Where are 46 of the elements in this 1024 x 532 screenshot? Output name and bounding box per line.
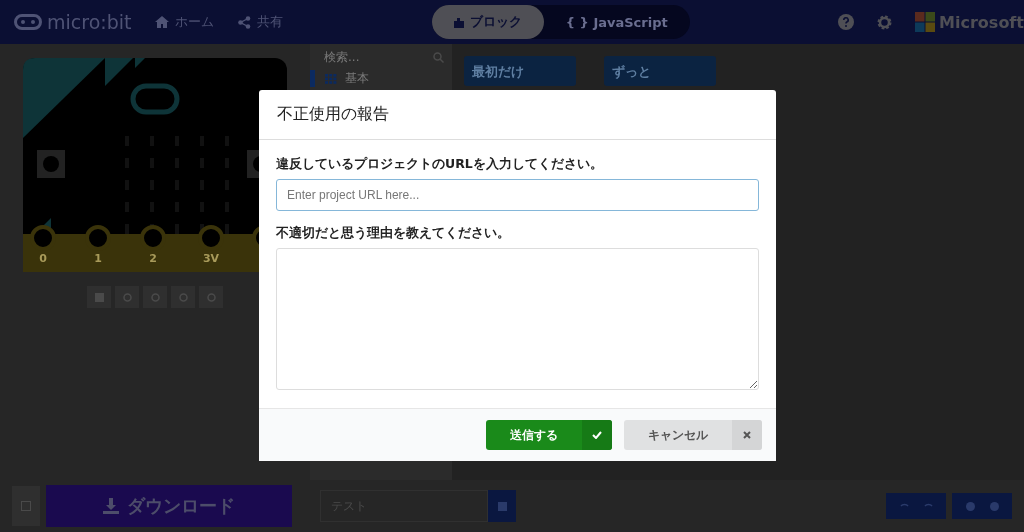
save-icon [497,501,507,511]
grid-icon [325,73,337,84]
nav-link[interactable]: 共有 [238,13,284,31]
pin-label: 1 [94,252,102,265]
slowmo-button[interactable] [143,286,167,308]
logo-icon [14,14,42,30]
zoom-out-icon [989,501,999,511]
dialog-title: 不正使用の報告 [259,90,776,140]
submit-button[interactable]: 送信する [486,420,612,450]
zoom-button[interactable] [952,493,1012,519]
stop-icon [94,292,104,302]
stop-button[interactable] [87,286,111,308]
windows-logo-icon [915,12,936,32]
brand-name: Microsoft [939,12,1024,32]
editor-tab[interactable]: { } JavaScript [543,5,690,39]
zoom-in-icon [965,501,975,511]
field-label: 違反しているプロジェクトのURLを入力してください。 [276,156,604,173]
download-button[interactable]: ダウンロード [46,485,292,527]
close-icon [743,431,751,439]
puzzle-icon [453,16,464,28]
url-input-field[interactable]: Enter project URL here... [276,179,759,211]
home-icon [155,16,170,28]
pin-label: 3V [202,252,220,265]
mute-button[interactable] [171,286,195,308]
download-icon [103,498,119,514]
event-block[interactable]: 最初だけ [464,56,576,86]
pin-label: 0 [39,252,47,265]
field-label: 不適切だと思う理由を教えてください。 [276,225,511,242]
collapse-icon [21,501,31,511]
collapse-button[interactable] [12,486,40,526]
share-icon [238,15,252,29]
settings-icon[interactable] [876,13,894,31]
event-block[interactable]: ずっと [604,56,716,86]
editor-tab[interactable]: ブロック [431,5,544,39]
search-field[interactable]: 検索... [310,44,452,70]
fullscreen-button[interactable] [199,286,223,308]
reason-text-area[interactable] [276,248,759,390]
pin-label: 2 [149,252,157,265]
search-icon [433,51,444,63]
help-icon[interactable] [838,14,855,30]
cancel-button[interactable]: キャンセル [624,420,762,450]
undo-redo-button[interactable] [886,493,946,519]
logo-text: micro:bit [47,11,132,33]
save-button[interactable] [488,490,516,522]
check-icon [592,431,602,439]
restart-button[interactable] [115,286,139,308]
